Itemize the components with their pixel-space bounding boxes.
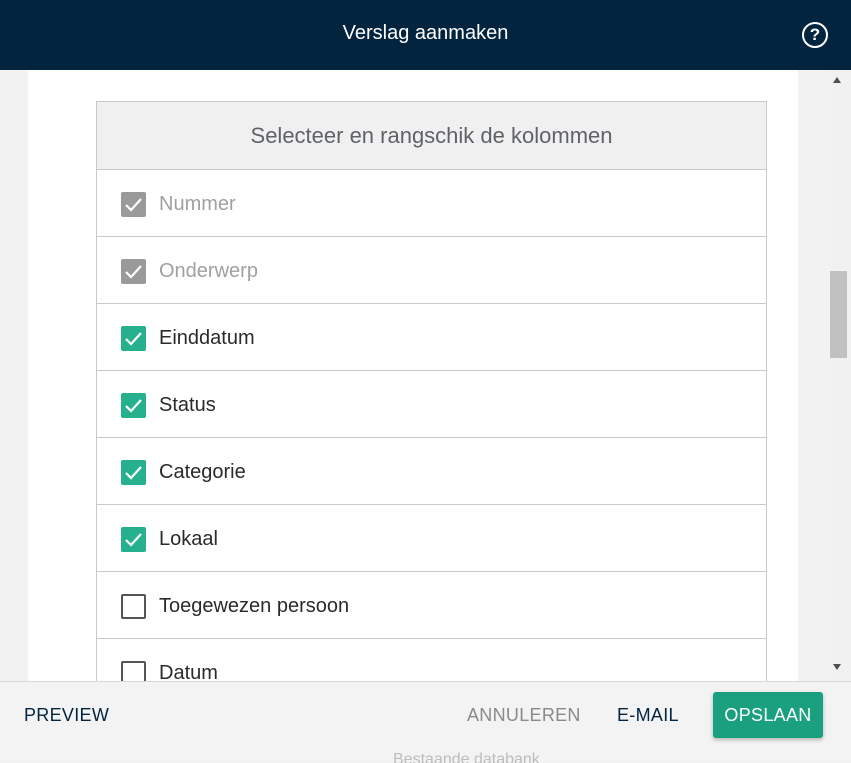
column-label: Datum bbox=[159, 662, 218, 681]
dialog-footer: PREVIEW ANNULEREN E-MAIL OPSLAAN Bestaan… bbox=[0, 681, 851, 763]
column-row-nummer: Nummer bbox=[97, 170, 766, 237]
vertical-scrollbar[interactable] bbox=[828, 70, 851, 681]
checkbox-checked-disabled bbox=[121, 192, 146, 217]
column-label: Nummer bbox=[159, 193, 236, 215]
column-row-onderwerp: Onderwerp bbox=[97, 237, 766, 304]
column-label: Einddatum bbox=[159, 327, 255, 349]
column-row-categorie[interactable]: Categorie bbox=[97, 438, 766, 505]
checkbox-checked[interactable] bbox=[121, 393, 146, 418]
scroll-down-arrow-icon[interactable] bbox=[833, 664, 841, 670]
column-row-einddatum[interactable]: Einddatum bbox=[97, 304, 766, 371]
checkbox-checked[interactable] bbox=[121, 460, 146, 485]
column-select-table: Selecteer en rangschik de kolommen Numme… bbox=[96, 101, 767, 681]
email-button[interactable]: E-MAIL bbox=[617, 705, 679, 726]
dialog-title: Verslag aanmaken bbox=[342, 22, 509, 44]
dialog-header: Verslag aanmaken ? bbox=[0, 0, 851, 70]
column-row-lokaal[interactable]: Lokaal bbox=[97, 505, 766, 572]
column-label: Categorie bbox=[159, 461, 246, 483]
table-title: Selecteer en rangschik de kolommen bbox=[97, 102, 766, 170]
column-row-datum[interactable]: Datum bbox=[97, 639, 766, 681]
checkbox-checked[interactable] bbox=[121, 527, 146, 552]
scroll-up-arrow-icon[interactable] bbox=[833, 77, 841, 83]
dialog-content: Selecteer en rangschik de kolommen Numme… bbox=[0, 70, 851, 681]
background-text: Bestaande databank bbox=[393, 751, 540, 763]
column-row-toegewezen-persoon[interactable]: Toegewezen persoon bbox=[97, 572, 766, 639]
save-button[interactable]: OPSLAAN bbox=[713, 692, 823, 738]
column-label: Status bbox=[159, 394, 216, 416]
create-report-dialog: Verslag aanmaken ? Selecteer en rangschi… bbox=[0, 0, 851, 763]
cancel-button[interactable]: ANNULEREN bbox=[467, 705, 581, 726]
checkbox-checked[interactable] bbox=[121, 326, 146, 351]
checkbox-checked-disabled bbox=[121, 259, 146, 284]
help-icon[interactable]: ? bbox=[802, 22, 828, 48]
column-label: Lokaal bbox=[159, 528, 218, 550]
checkbox-unchecked[interactable] bbox=[121, 594, 146, 619]
preview-button[interactable]: PREVIEW bbox=[24, 705, 109, 726]
content-card: Selecteer en rangschik de kolommen Numme… bbox=[28, 70, 798, 681]
column-row-status[interactable]: Status bbox=[97, 371, 766, 438]
scrollbar-thumb[interactable] bbox=[830, 271, 847, 358]
column-label: Toegewezen persoon bbox=[159, 595, 350, 617]
column-label: Onderwerp bbox=[159, 260, 258, 282]
checkbox-unchecked[interactable] bbox=[121, 661, 146, 681]
